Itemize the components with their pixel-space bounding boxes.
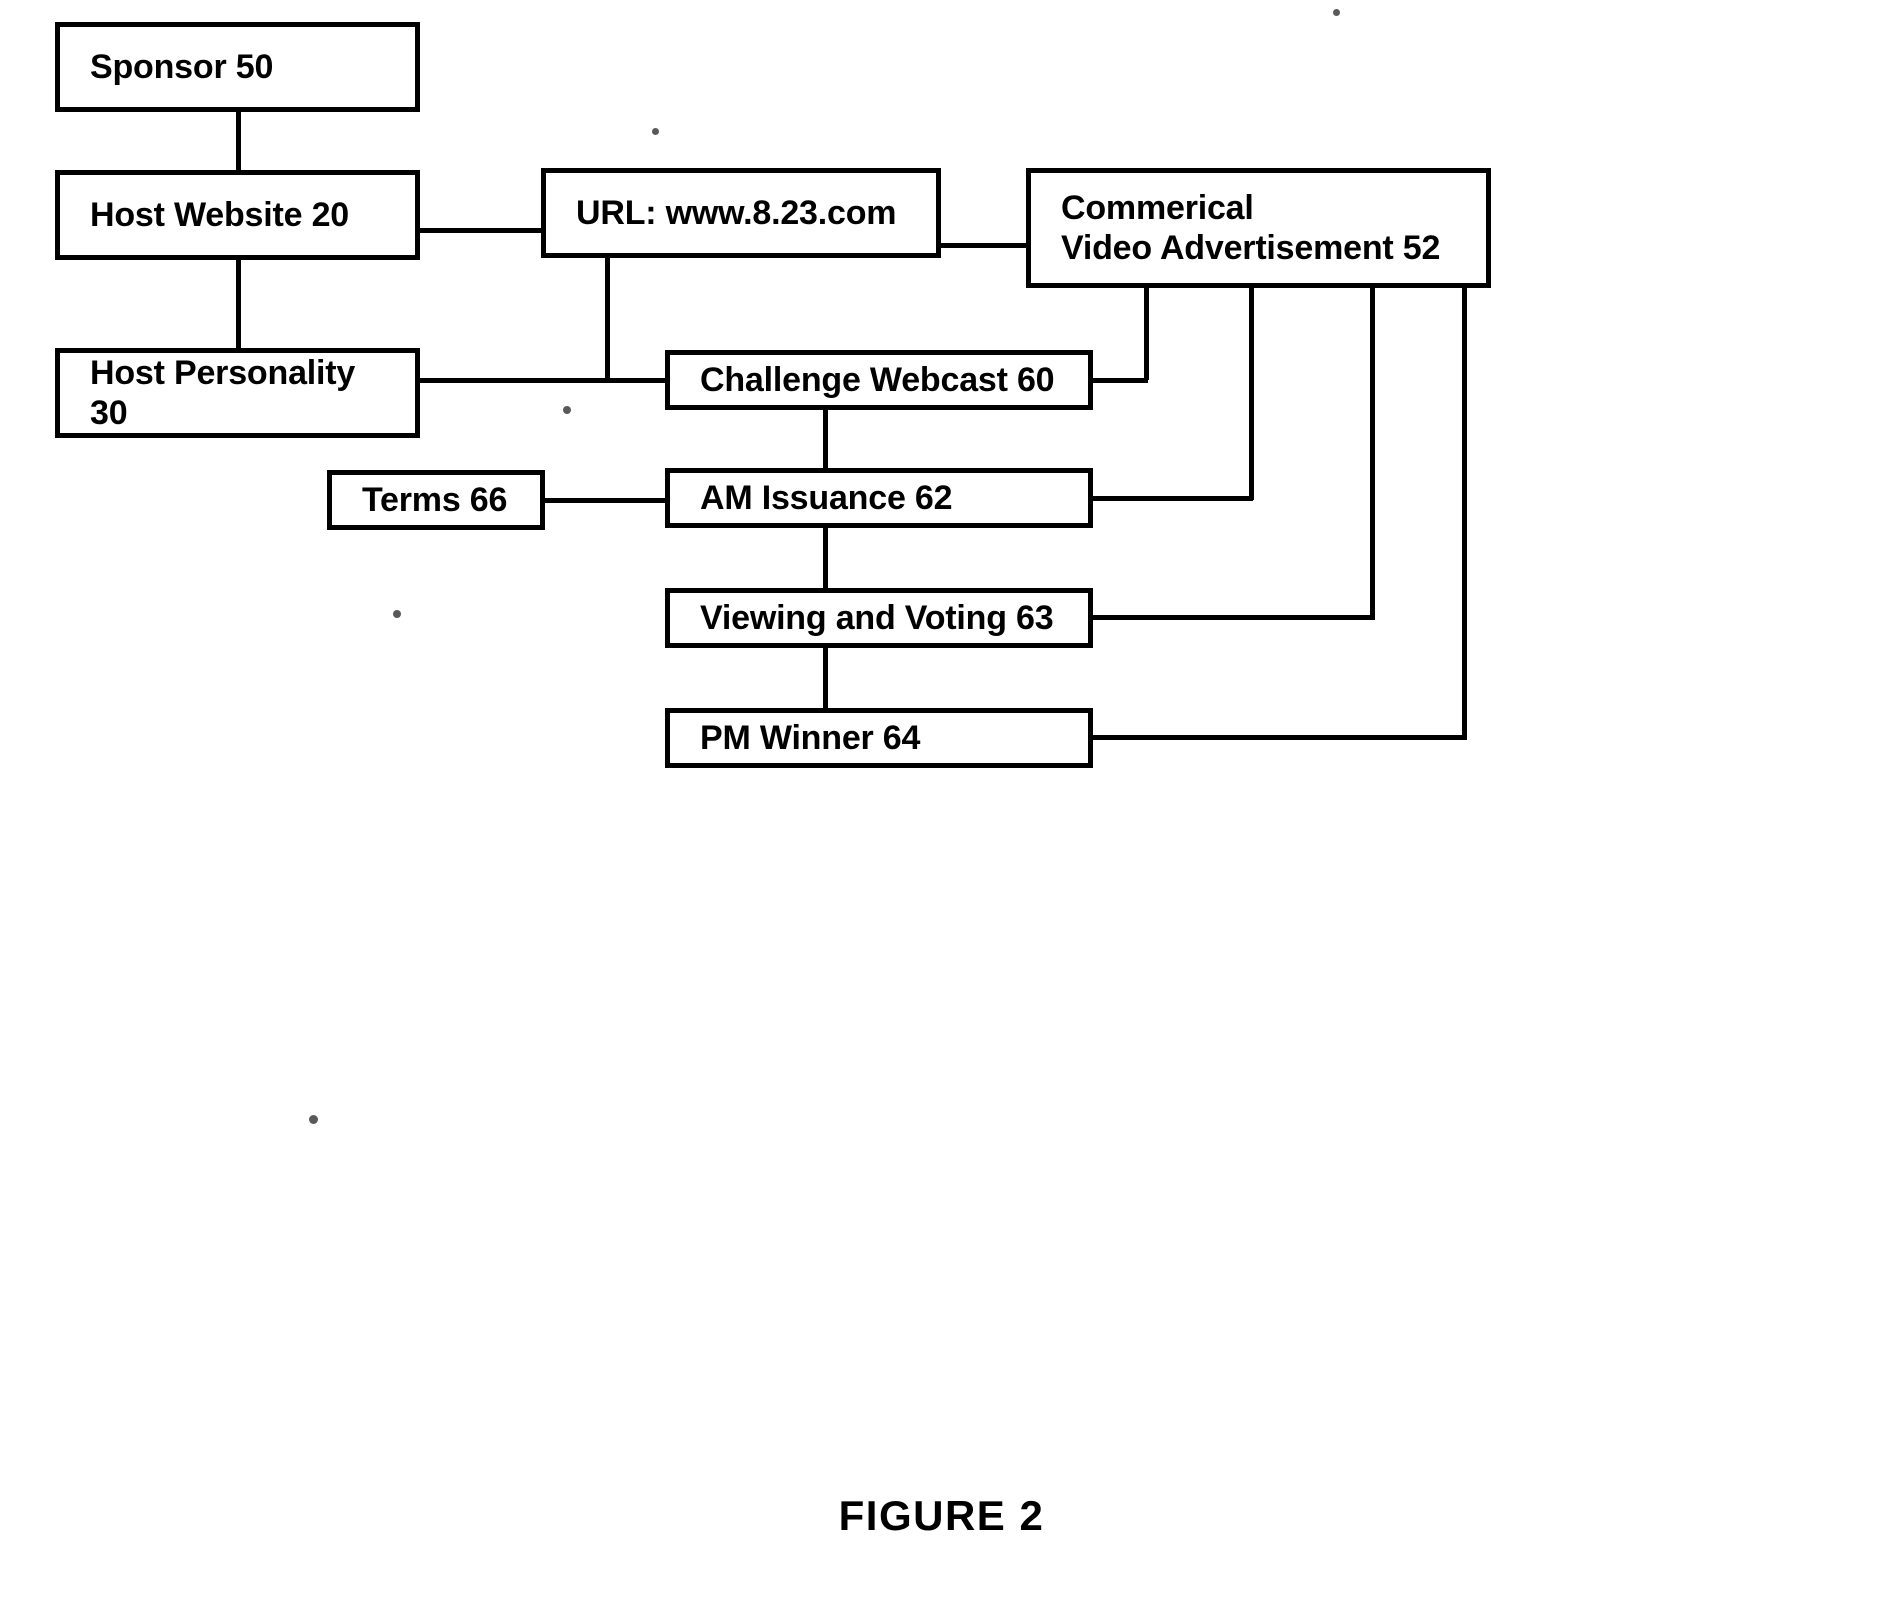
node-pm[interactable]: PM Winner 64 (665, 708, 1093, 768)
connector-terms-to-am (543, 498, 669, 503)
figure-caption: FIGURE 2 (838, 1492, 1045, 1539)
node-label-pm: PM Winner 64 (700, 718, 921, 757)
node-label-host_site: Host Website 20 (90, 195, 350, 234)
connector-commercial-voting-join (1090, 615, 1374, 620)
connector-commercial-down-voting (1370, 286, 1375, 620)
node-label-url: URL: www.8.23.com (576, 193, 897, 232)
node-host_site[interactable]: Host Website 20 (55, 170, 420, 260)
scan-speck (563, 406, 571, 414)
node-commercial[interactable]: Commerical Video Advertisement 52 (1026, 168, 1491, 288)
node-label-webcast: Challenge Webcast 60 (700, 360, 1055, 399)
node-label-commercial: Commerical Video Advertisement 52 (1061, 188, 1441, 267)
connector-host-personality-to-webcast (418, 378, 668, 383)
connector-commercial-pm-join (1090, 735, 1467, 740)
connector-am-to-voting (823, 526, 828, 590)
figure-page: Sponsor 50 Host Website 20 URL: www.8.23.c… (0, 0, 1883, 1609)
connector-webcast-to-am (823, 408, 828, 470)
connector-commercial-down-am (1249, 286, 1254, 500)
connector-host-site-to-host-personality (236, 258, 241, 350)
node-label-host_pers: Host Personality 30 (90, 353, 356, 432)
node-label-am: AM Issuance 62 (700, 478, 953, 517)
scan-speck (309, 1115, 318, 1124)
node-terms[interactable]: Terms 66 (327, 470, 545, 530)
node-sponsor[interactable]: Sponsor 50 (55, 22, 420, 112)
connector-commercial-webcast-join (1090, 378, 1148, 383)
node-label-sponsor: Sponsor 50 (90, 47, 274, 86)
connector-sponsor-to-host-site (236, 110, 241, 172)
node-webcast[interactable]: Challenge Webcast 60 (665, 350, 1093, 410)
connector-url-down (605, 256, 610, 381)
node-label-voting: Viewing and Voting 63 (700, 598, 1054, 637)
node-am[interactable]: AM Issuance 62 (665, 468, 1093, 528)
connector-url-to-commercial (938, 243, 1029, 248)
node-url[interactable]: URL: www.8.23.com (541, 168, 941, 258)
connector-commercial-am-join (1090, 496, 1253, 501)
node-host_pers[interactable]: Host Personality 30 (55, 348, 420, 438)
connector-host-site-to-url (418, 228, 544, 233)
node-voting[interactable]: Viewing and Voting 63 (665, 588, 1093, 648)
connector-commercial-down-webcast (1144, 286, 1149, 380)
connector-commercial-down-pm (1462, 286, 1467, 740)
scan-speck (1333, 9, 1340, 16)
node-label-terms: Terms 66 (362, 480, 508, 519)
connector-voting-to-pm (823, 646, 828, 710)
scan-speck (393, 610, 401, 618)
scan-speck (652, 128, 659, 135)
